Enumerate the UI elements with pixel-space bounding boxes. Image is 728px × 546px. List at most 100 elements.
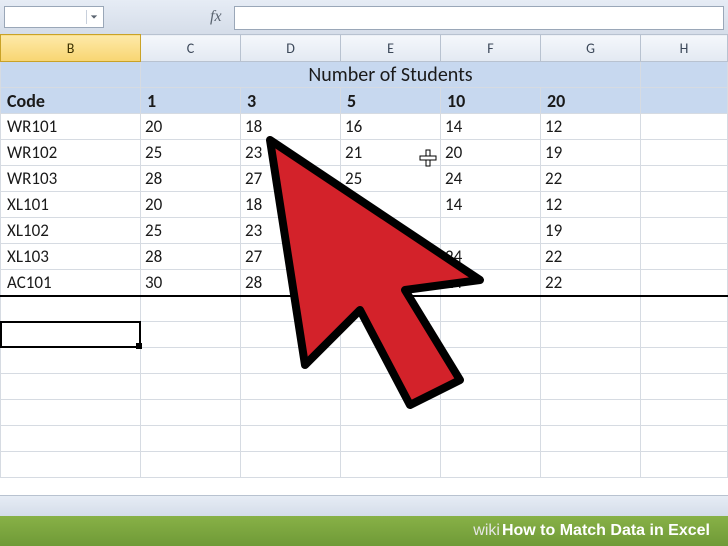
- cell[interactable]: [641, 374, 728, 400]
- cell[interactable]: [241, 296, 341, 322]
- cell[interactable]: [1, 322, 141, 348]
- cell[interactable]: [441, 400, 541, 426]
- formula-bar[interactable]: [234, 6, 724, 30]
- cell[interactable]: [141, 426, 241, 452]
- cell[interactable]: XL103: [1, 244, 141, 270]
- cell[interactable]: 12: [541, 114, 641, 140]
- cell[interactable]: 24: [441, 270, 541, 296]
- column-header[interactable]: C: [141, 35, 241, 62]
- name-box-dropdown[interactable]: [86, 10, 101, 24]
- cell[interactable]: [641, 62, 728, 88]
- cell[interactable]: 22: [541, 270, 641, 296]
- cell[interactable]: 18: [241, 192, 341, 218]
- cell[interactable]: [441, 374, 541, 400]
- cell[interactable]: 21: [341, 140, 441, 166]
- cell[interactable]: [341, 270, 441, 296]
- cell[interactable]: 28: [241, 270, 341, 296]
- cell[interactable]: [541, 374, 641, 400]
- cell[interactable]: 24: [441, 244, 541, 270]
- cell[interactable]: [641, 270, 728, 296]
- cell[interactable]: [341, 374, 441, 400]
- title-cell-blank[interactable]: [1, 62, 141, 88]
- cell[interactable]: [341, 296, 441, 322]
- cell[interactable]: [1, 400, 141, 426]
- cell[interactable]: 20: [441, 140, 541, 166]
- cell[interactable]: [341, 452, 441, 478]
- cell[interactable]: [641, 244, 728, 270]
- cell[interactable]: 24: [441, 166, 541, 192]
- cell[interactable]: [541, 322, 641, 348]
- cell[interactable]: [641, 140, 728, 166]
- cell[interactable]: [141, 322, 241, 348]
- cell[interactable]: 16: [341, 114, 441, 140]
- header-cell[interactable]: 10: [441, 88, 541, 114]
- cell[interactable]: 28: [141, 244, 241, 270]
- cell[interactable]: [641, 426, 728, 452]
- cell[interactable]: [341, 322, 441, 348]
- cell[interactable]: 25: [141, 218, 241, 244]
- grid[interactable]: BCDEFGH Number of Students Code1351020 W…: [0, 34, 728, 478]
- fx-label[interactable]: fx: [210, 8, 222, 26]
- cell[interactable]: [341, 244, 441, 270]
- cell[interactable]: [641, 218, 728, 244]
- cell[interactable]: [241, 374, 341, 400]
- cell[interactable]: 12: [541, 192, 641, 218]
- cell[interactable]: [341, 218, 441, 244]
- cell[interactable]: 25: [141, 140, 241, 166]
- cell[interactable]: [641, 452, 728, 478]
- cell[interactable]: 18: [241, 114, 341, 140]
- cell[interactable]: [441, 452, 541, 478]
- cell[interactable]: [641, 192, 728, 218]
- cell[interactable]: [541, 400, 641, 426]
- cell[interactable]: [641, 348, 728, 374]
- cell[interactable]: [641, 322, 728, 348]
- cell[interactable]: [1, 296, 141, 322]
- cell[interactable]: [1, 348, 141, 374]
- cell[interactable]: [441, 348, 541, 374]
- cell[interactable]: XL101: [1, 192, 141, 218]
- header-cell[interactable]: 20: [541, 88, 641, 114]
- cell[interactable]: [241, 322, 341, 348]
- cell[interactable]: [541, 296, 641, 322]
- cell[interactable]: [341, 426, 441, 452]
- cell[interactable]: [441, 296, 541, 322]
- cell[interactable]: [241, 400, 341, 426]
- cell[interactable]: 23: [241, 140, 341, 166]
- cell[interactable]: 14: [441, 114, 541, 140]
- cell[interactable]: [541, 452, 641, 478]
- column-header[interactable]: E: [341, 35, 441, 62]
- cell[interactable]: [441, 218, 541, 244]
- cell[interactable]: [641, 400, 728, 426]
- cell[interactable]: [141, 348, 241, 374]
- cell[interactable]: [1, 426, 141, 452]
- cell[interactable]: [141, 296, 241, 322]
- cell[interactable]: [541, 426, 641, 452]
- cell[interactable]: [441, 322, 541, 348]
- cell[interactable]: 19: [541, 140, 641, 166]
- cell[interactable]: 19: [541, 218, 641, 244]
- cell[interactable]: 20: [141, 114, 241, 140]
- cell[interactable]: 20: [141, 192, 241, 218]
- cell[interactable]: [141, 400, 241, 426]
- title-cell[interactable]: Number of Students: [141, 62, 641, 88]
- cell[interactable]: AC101: [1, 270, 141, 296]
- cell[interactable]: [1, 452, 141, 478]
- cell[interactable]: WR102: [1, 140, 141, 166]
- cell[interactable]: [541, 348, 641, 374]
- cell[interactable]: [641, 166, 728, 192]
- cell[interactable]: [241, 452, 341, 478]
- header-cell[interactable]: [641, 88, 728, 114]
- cell[interactable]: [341, 348, 441, 374]
- cell[interactable]: WR101: [1, 114, 141, 140]
- cell[interactable]: [241, 348, 341, 374]
- name-box[interactable]: [4, 6, 104, 28]
- cell[interactable]: [641, 296, 728, 322]
- cell[interactable]: 14: [441, 192, 541, 218]
- cell[interactable]: 27: [241, 166, 341, 192]
- cell[interactable]: [341, 192, 441, 218]
- cell[interactable]: 23: [241, 218, 341, 244]
- cell[interactable]: [241, 426, 341, 452]
- cell[interactable]: WR103: [1, 166, 141, 192]
- header-cell[interactable]: 1: [141, 88, 241, 114]
- cell[interactable]: XL102: [1, 218, 141, 244]
